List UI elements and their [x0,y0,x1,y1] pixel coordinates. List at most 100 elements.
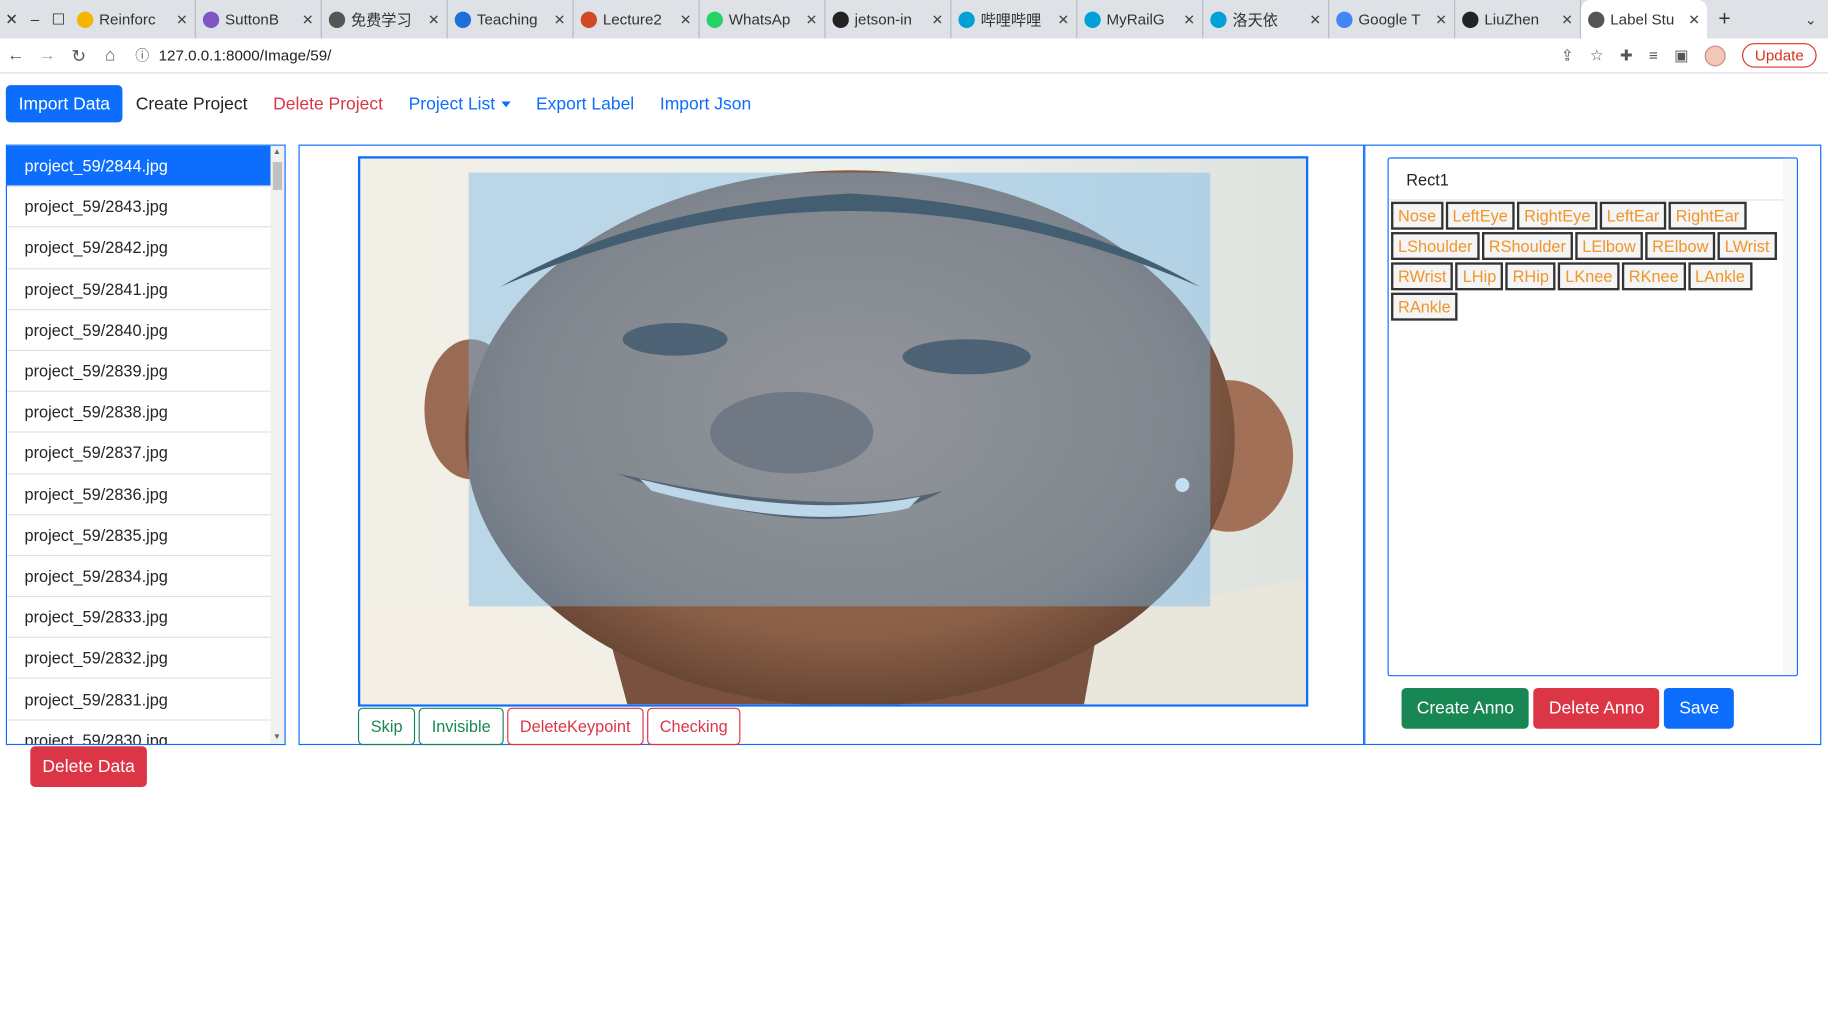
browser-tab[interactable]: Teaching ✕ [448,0,574,39]
tab-close-icon[interactable]: ✕ [1183,11,1195,27]
skip-button[interactable]: Skip [357,707,416,746]
profile-avatar[interactable] [1704,44,1726,66]
file-list-item[interactable]: project_59/2834.jpg [6,556,271,598]
browser-tab[interactable]: jetson-in ✕ [826,0,952,39]
keypoint-button[interactable]: Nose [1391,201,1444,230]
tab-search-chevron-icon[interactable]: ⌄ [1793,11,1828,27]
keypoint-button[interactable]: LeftEye [1445,201,1515,230]
bounding-box-overlay[interactable] [468,172,1211,607]
file-list-item[interactable]: project_59/2836.jpg [6,474,271,516]
keypoint-button[interactable]: LeftEar [1599,201,1667,230]
address-bar[interactable]: ⓘ 127.0.0.1:8000/Image/59/ [126,41,1561,69]
file-list-item[interactable]: project_59/2837.jpg [6,433,271,474]
tab-close-icon[interactable]: ✕ [554,11,566,27]
scroll-up-icon[interactable]: ▲ [273,148,281,156]
keypoint-button[interactable]: RKnee [1621,262,1686,291]
keypoint-button[interactable]: LElbow [1575,232,1643,261]
browser-tab[interactable]: 洛天依 ✕ [1203,0,1330,39]
browser-tab[interactable]: WhatsAp ✕ [700,0,826,39]
create-anno-button[interactable]: Create Anno [1401,687,1530,729]
tab-close-icon[interactable]: ✕ [680,11,692,27]
browser-tab[interactable]: Google T ✕ [1329,0,1456,39]
tab-close-icon[interactable]: ✕ [1688,11,1700,27]
tab-close-icon[interactable]: ✕ [1057,11,1069,27]
file-list-item[interactable]: project_59/2832.jpg [6,638,271,680]
browser-tab[interactable]: 哔哩哔哩 ✕ [951,0,1078,39]
browser-tab[interactable]: Reinforc ✕ [70,0,196,39]
site-info-icon[interactable]: ⓘ [135,45,149,65]
import-data-button[interactable]: Import Data [5,85,123,123]
keypoint-button[interactable]: RHip [1505,262,1556,291]
tab-close-icon[interactable]: ✕ [428,11,440,27]
browser-tab[interactable]: LiuZhen ✕ [1455,0,1582,39]
delete-data-button[interactable]: Delete Data [30,746,147,788]
reading-list-icon[interactable]: ≡ [1649,47,1658,64]
reload-icon[interactable]: ↻ [63,45,94,66]
scroll-down-icon[interactable]: ▼ [273,733,281,741]
update-button[interactable]: Update [1742,43,1817,68]
tab-close-icon[interactable]: ✕ [806,11,818,27]
file-list-item[interactable]: project_59/2839.jpg [6,351,271,392]
file-list-item[interactable]: project_59/2831.jpg [6,679,271,721]
browser-tab[interactable]: Lecture2 ✕ [574,0,700,39]
browser-tab[interactable]: MyRailG ✕ [1077,0,1204,39]
save-button[interactable]: Save [1664,687,1735,729]
file-list-scrollbar[interactable]: ▲ ▼ [270,145,285,744]
annotation-title[interactable]: Rect1 [1388,159,1783,201]
home-icon[interactable]: ⌂ [94,45,125,65]
invisible-button[interactable]: Invisible [418,707,504,746]
browser-tab[interactable]: SuttonB ✕ [196,0,322,39]
annotation-scrollbar[interactable] [1782,158,1797,676]
keypoint-button[interactable]: RightEye [1517,201,1598,230]
scrollbar-thumb[interactable] [272,162,283,191]
tab-close-icon[interactable]: ✕ [176,11,188,27]
keypoint-button[interactable]: RWrist [1391,262,1454,291]
delete-anno-button[interactable]: Delete Anno [1533,687,1660,729]
window-close-icon[interactable]: ✕ [0,10,23,29]
keypoint-button[interactable]: RElbow [1645,232,1716,261]
file-list-item[interactable]: project_59/2844.jpg [6,145,271,187]
file-list-item[interactable]: project_59/2835.jpg [6,515,271,557]
file-list-item[interactable]: project_59/2833.jpg [6,597,271,639]
checking-button[interactable]: Checking [646,707,741,746]
browser-tab[interactable]: Label Stu ✕ [1581,0,1708,39]
back-arrow-icon[interactable]: ← [0,45,31,65]
extensions-icon[interactable]: ✚ [1620,46,1633,65]
keypoint-button[interactable]: LAnkle [1688,262,1752,291]
bookmark-star-icon[interactable]: ☆ [1590,46,1604,65]
file-list-item[interactable]: project_59/2840.jpg [6,310,271,351]
tab-close-icon[interactable]: ✕ [1435,11,1447,27]
keypoint-button[interactable]: RAnkle [1391,292,1458,321]
file-list-item[interactable]: project_59/2841.jpg [6,269,271,310]
tab-close-icon[interactable]: ✕ [932,11,944,27]
project-list-dropdown[interactable]: Project List [396,85,523,122]
create-project-link[interactable]: Create Project [123,85,260,122]
file-list-item[interactable]: project_59/2830.jpg [7,720,271,744]
keypoint-button[interactable]: RShoulder [1481,232,1573,261]
file-list-item[interactable]: project_59/2843.jpg [6,187,271,228]
delete-keypoint-button[interactable]: DeleteKeypoint [507,707,644,746]
delete-project-link[interactable]: Delete Project [260,85,396,122]
tab-close-icon[interactable]: ✕ [302,11,314,27]
export-label-link[interactable]: Export Label [523,85,647,122]
import-json-link[interactable]: Import Json [647,85,764,122]
keypoint-button[interactable]: LShoulder [1391,232,1480,261]
tab-favicon-icon [1336,11,1353,28]
window-minimize-icon[interactable]: – [23,10,46,27]
window-maximize-icon[interactable]: ☐ [47,10,70,29]
share-icon[interactable]: ⇪ [1561,46,1574,65]
forward-arrow-icon[interactable]: → [31,45,62,65]
tab-close-icon[interactable]: ✕ [1309,11,1321,27]
file-list-item[interactable]: project_59/2842.jpg [6,228,271,269]
file-list-item[interactable]: project_59/2838.jpg [6,392,271,433]
keypoint-button[interactable]: LKnee [1558,262,1620,291]
tab-close-icon[interactable]: ✕ [1561,11,1573,27]
tab-favicon-icon [328,11,346,28]
browser-tab[interactable]: 免费学习 ✕ [322,0,448,39]
image-canvas[interactable] [357,156,1309,707]
keypoint-button[interactable]: RightEar [1668,201,1747,230]
side-panel-icon[interactable]: ▣ [1674,46,1688,65]
keypoint-button[interactable]: LWrist [1717,232,1777,261]
keypoint-button[interactable]: LHip [1455,262,1504,291]
new-tab-icon[interactable]: + [1707,7,1742,31]
